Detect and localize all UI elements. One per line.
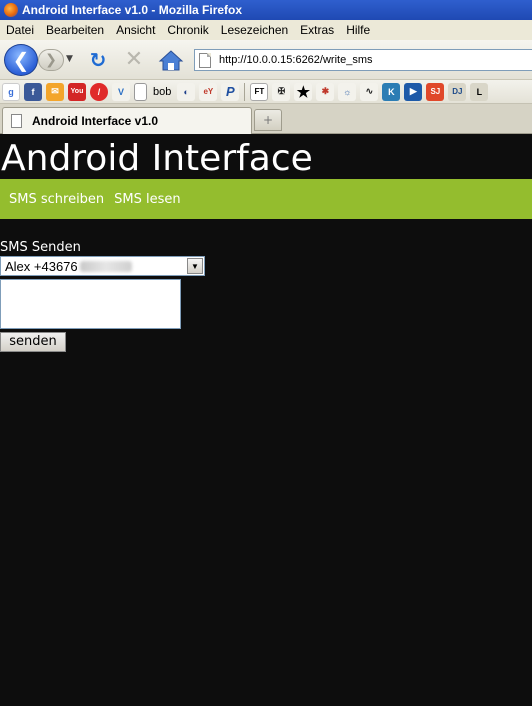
mail-icon[interactable]: ✉: [46, 82, 64, 101]
chat-icon[interactable]: ☼: [338, 82, 357, 101]
send-button[interactable]: senden: [0, 332, 66, 352]
form-heading: SMS Senden: [0, 240, 81, 255]
toolbar-separator: [244, 82, 246, 101]
menu-item-extras[interactable]: Extras: [294, 23, 340, 37]
page-content: Android Interface SMS schreiben SMS lese…: [0, 134, 532, 706]
dj-icon[interactable]: DJ: [448, 82, 467, 101]
k-icon[interactable]: K: [382, 82, 401, 101]
forward-arrow-icon: ❯: [45, 52, 57, 68]
no-entry-icon[interactable]: /: [90, 82, 108, 101]
window-title: Android Interface v1.0 - Mozilla Firefox: [22, 3, 243, 17]
url-field[interactable]: http://10.0.0.15:6262/write_sms: [194, 49, 532, 71]
bookmarks-toolbar: g f ✉ You / V bob ◐ eY P FT ✠ ★ ✱ ☼ ∿ K …: [0, 80, 532, 104]
redacted-number: [79, 260, 132, 272]
menu-item-hilfe[interactable]: Hilfe: [340, 23, 376, 37]
star-icon[interactable]: ★: [294, 82, 313, 101]
page-title: Android Interface: [1, 138, 313, 179]
message-textarea[interactable]: [0, 279, 181, 329]
navigation-toolbar: ❮ ❯ ▼ ↻ ✕ http://10.0.0.15:6262/write_sm…: [0, 40, 532, 80]
ft-icon[interactable]: FT: [250, 82, 269, 101]
tab-label: Android Interface v1.0: [32, 114, 159, 128]
menu-item-lesezeichen[interactable]: Lesezeichen: [215, 23, 294, 37]
history-dropdown-icon[interactable]: ▼: [66, 54, 73, 64]
site-nav: SMS schreiben SMS lesen: [0, 179, 532, 219]
v-icon[interactable]: V: [112, 82, 130, 101]
facebook-icon[interactable]: f: [24, 82, 42, 101]
tab-strip: Android Interface v1.0 +: [0, 104, 532, 134]
menu-item-datei[interactable]: Datei: [0, 23, 40, 37]
window-titlebar: Android Interface v1.0 - Mozilla Firefox: [0, 0, 532, 20]
bookmark-bob[interactable]: bob: [151, 86, 173, 98]
menu-item-chronik[interactable]: Chronik: [161, 23, 214, 37]
url-text: http://10.0.0.15:6262/write_sms: [219, 54, 373, 66]
bird-icon[interactable]: ✠: [272, 82, 291, 101]
chevron-down-icon[interactable]: ▼: [187, 258, 203, 274]
new-tab-button[interactable]: +: [254, 109, 282, 131]
tab-android-interface[interactable]: Android Interface v1.0: [2, 107, 252, 134]
ebay-icon[interactable]: eY: [199, 82, 218, 101]
back-arrow-icon: ❮: [12, 48, 30, 72]
reload-icon[interactable]: ↻: [86, 48, 110, 72]
sj-icon[interactable]: SJ: [426, 82, 445, 101]
l-icon[interactable]: L: [470, 82, 489, 101]
forward-button[interactable]: ❯: [38, 49, 64, 71]
signature-icon[interactable]: ∿: [360, 82, 379, 101]
youtube-icon[interactable]: You: [68, 82, 86, 101]
paypal-icon[interactable]: P: [221, 82, 240, 101]
plus-icon: +: [262, 113, 274, 127]
page-icon[interactable]: [134, 82, 147, 101]
menu-item-bearbeiten[interactable]: Bearbeiten: [40, 23, 110, 37]
tab-page-icon: [11, 114, 22, 128]
recipient-select[interactable]: Alex +43676 ▼: [0, 256, 205, 276]
page-icon: [199, 52, 211, 68]
menu-bar: Datei Bearbeiten Ansicht Chronik Lesezei…: [0, 20, 532, 40]
stop-icon[interactable]: ✕: [122, 48, 146, 72]
google-icon[interactable]: g: [2, 82, 20, 101]
home-icon[interactable]: [158, 48, 184, 72]
nav-link-read-sms[interactable]: SMS lesen: [114, 192, 180, 207]
recipient-value: Alex +43676: [5, 258, 78, 274]
flame-icon[interactable]: ✱: [316, 82, 335, 101]
firefox-logo-icon: [4, 3, 18, 17]
nav-link-write-sms[interactable]: SMS schreiben: [9, 192, 104, 207]
turtle-icon[interactable]: ◐: [177, 82, 196, 101]
play-icon[interactable]: ▶: [404, 82, 423, 101]
menu-item-ansicht[interactable]: Ansicht: [110, 23, 161, 37]
back-button[interactable]: ❮: [4, 44, 38, 76]
